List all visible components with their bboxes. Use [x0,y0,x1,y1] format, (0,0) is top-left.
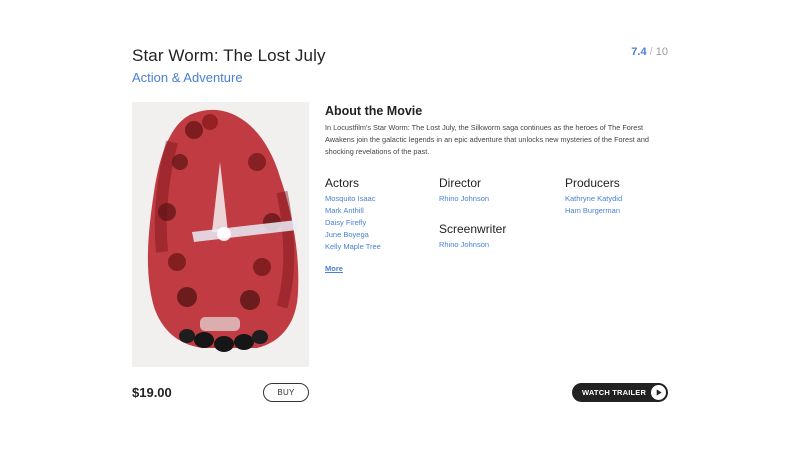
screenwriter-column: Screenwriter Rhino Johnson [439,222,506,251]
buy-button[interactable]: BUY [263,383,309,402]
genre-link[interactable]: Action & Adventure [132,70,243,85]
actor-link[interactable]: June Boyega [325,229,381,241]
actor-link[interactable]: Mark Anthill [325,205,381,217]
producers-heading: Producers [565,176,620,190]
rating-max: 10 [655,46,668,58]
credits-section: Actors Mosquito Isaac Mark Anthill Daisy… [325,176,668,296]
rating: 7.4 / 10 [631,46,668,58]
screenwriter-heading: Screenwriter [439,222,507,236]
actors-heading: Actors [325,176,360,190]
actor-link[interactable]: Daisy Firefly [325,217,381,229]
movie-poster-image [132,102,309,367]
movie-detail-page: Star Worm: The Lost July Action & Advent… [0,0,800,450]
more-link[interactable]: More [325,264,343,273]
director-column: Director Rhino Johnson [439,176,489,205]
actors-column: Actors Mosquito Isaac Mark Anthill Daisy… [325,176,381,253]
director-heading: Director [439,176,482,190]
about-heading: About the Movie [325,104,423,118]
rating-score: 7.4 [631,46,647,58]
producers-column: Producers Kathryne Katydid Ham Burgerman [565,176,622,217]
play-icon [651,385,666,400]
actors-list: Mosquito Isaac Mark Anthill Daisy Firefl… [325,193,381,253]
movie-details: About the Movie In Locustfilm's Star Wor… [325,104,668,273]
producer-link[interactable]: Kathryne Katydid [565,193,622,205]
screenwriter-link[interactable]: Rhino Johnson [439,239,506,251]
about-description: In Locustfilm's Star Worm: The Lost July… [325,123,649,156]
producers-list: Kathryne Katydid Ham Burgerman [565,193,622,217]
buy-button-label: BUY [277,388,295,397]
watch-trailer-button[interactable]: WATCH TRAILER [572,383,668,402]
play-triangle-icon [656,389,662,396]
actor-link[interactable]: Mosquito Isaac [325,193,381,205]
price: $19.00 [132,385,172,400]
director-list: Rhino Johnson [439,193,489,205]
actor-link[interactable]: Kelly Maple Tree [325,241,381,253]
rating-separator: / [649,46,653,58]
producer-link[interactable]: Ham Burgerman [565,205,622,217]
watch-trailer-label: WATCH TRAILER [582,388,647,397]
poster-artwork [132,102,309,367]
movie-title: Star Worm: The Lost July [132,46,326,65]
director-link[interactable]: Rhino Johnson [439,193,489,205]
screenwriter-list: Rhino Johnson [439,239,506,251]
